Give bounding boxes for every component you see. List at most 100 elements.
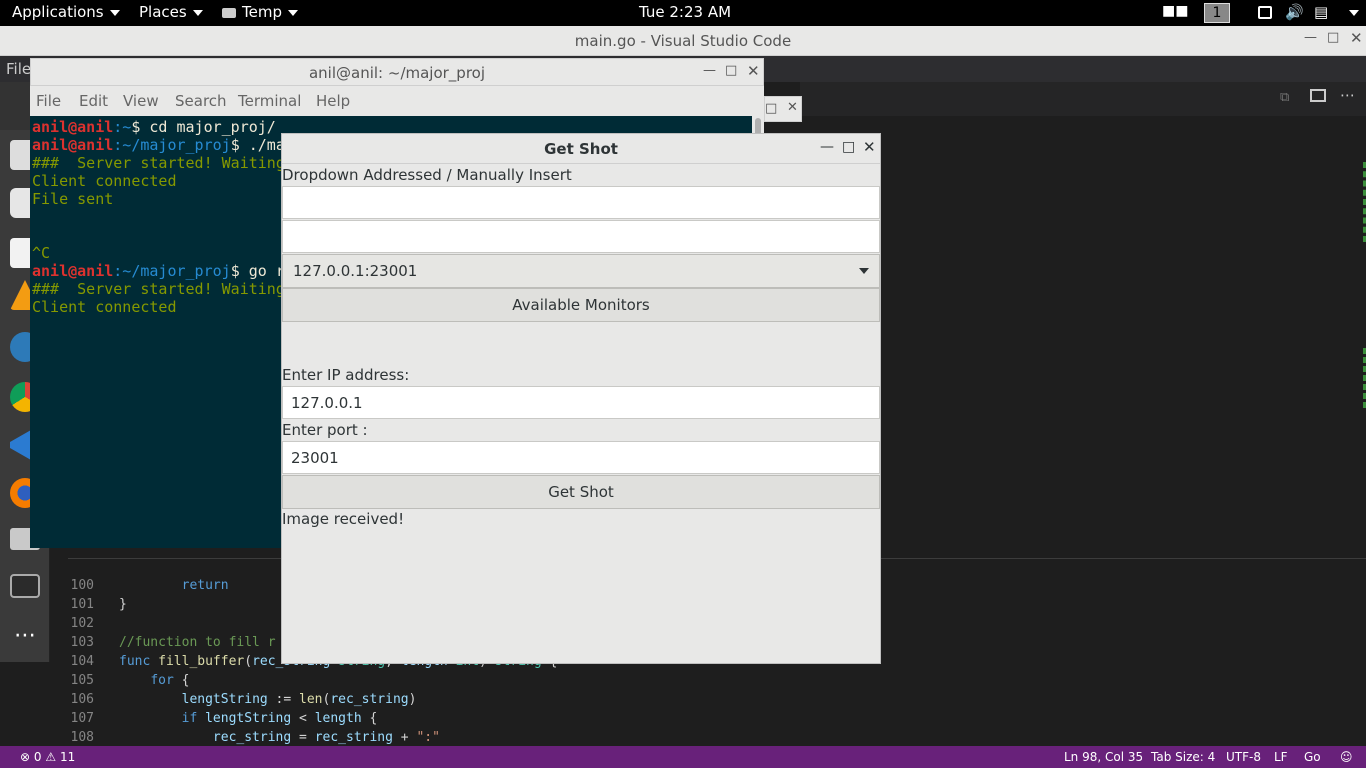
line-number: 102 — [70, 616, 94, 631]
prompt-path: :~/major_proj — [113, 262, 231, 280]
encoding[interactable]: UTF-8 — [1226, 750, 1261, 764]
code-text: lengtString := len(rec_string) — [181, 692, 417, 707]
code-text: for { — [150, 673, 190, 688]
places-menu[interactable]: Places — [139, 3, 203, 21]
minimize-icon[interactable]: — — [820, 139, 834, 155]
warning-icon: ⚠ — [45, 750, 57, 764]
split-icon[interactable]: ⧉ — [1280, 90, 1289, 105]
line-number: 107 — [70, 711, 94, 726]
dropdown-label: Dropdown Addressed / Manually Insert — [282, 166, 572, 184]
terminal-line: ### Server started! Waiting — [32, 280, 285, 298]
close-icon[interactable]: ✕ — [1350, 29, 1363, 47]
cursor-position[interactable]: Ln 98, Col 35 — [1064, 750, 1143, 764]
users-icon[interactable]: ■■ — [1162, 3, 1188, 19]
close-icon[interactable]: ✕ — [863, 138, 876, 156]
temp-window-menu[interactable]: Temp — [222, 3, 298, 21]
smiley-icon[interactable]: ☺ — [1340, 750, 1353, 764]
terminal-line: Client connected — [32, 172, 177, 190]
line-number: 101 — [70, 597, 94, 612]
temp-label: Temp — [242, 3, 282, 21]
port-label: Enter port : — [282, 421, 368, 439]
vscode-editor-tabs: ⧉ ⋯ — [800, 82, 1366, 116]
terminal-menubar: File Edit View Search Terminal Help — [30, 86, 764, 116]
workspace-indicator[interactable]: 1 — [1204, 3, 1230, 23]
chevron-down-icon — [287, 9, 298, 16]
maximize-icon[interactable]: □ — [1327, 30, 1339, 45]
gnome-top-bar: Applications Places Temp Tue 2:23 AM ■■ … — [0, 0, 1366, 26]
terminal-line: File sent — [32, 190, 114, 208]
prompt-user: anil@anil — [32, 262, 114, 280]
get-shot-titlebar: Get Shot — □ ✕ — [282, 134, 880, 164]
terminal-app-icon[interactable] — [10, 574, 40, 598]
get-shot-button[interactable]: Get Shot — [282, 475, 880, 509]
places-label: Places — [139, 3, 187, 21]
terminal-line: anil@anil:~/major_proj$ go r — [32, 262, 285, 280]
port-field[interactable] — [282, 441, 880, 474]
chevron-down-icon — [192, 9, 203, 16]
minimize-icon[interactable]: — — [1304, 30, 1317, 45]
combo-selected-value: 127.0.0.1:23001 — [293, 262, 418, 280]
maximize-icon[interactable]: □ — [765, 101, 777, 116]
maximize-icon[interactable]: □ — [725, 63, 737, 78]
get-shot-window: Get Shot — □ ✕ Dropdown Addressed / Manu… — [281, 133, 881, 664]
terminal-line: ### Server started! Waiting — [32, 154, 285, 172]
code-text: if lengtString < length { — [181, 711, 378, 726]
address-combobox[interactable]: 127.0.0.1:23001 — [282, 254, 880, 288]
menu-file[interactable]: File — [6, 60, 31, 78]
terminal-line: Client connected — [32, 298, 177, 316]
more-actions-icon[interactable]: ⋯ — [1340, 86, 1355, 104]
code-text: rec_string = rec_string + ":" — [212, 730, 440, 745]
window-icon[interactable] — [1258, 3, 1272, 21]
maximize-icon[interactable]: □ — [842, 139, 855, 155]
terminal-menu-search[interactable]: Search — [175, 92, 227, 110]
line-number: 106 — [70, 692, 94, 707]
applications-menu[interactable]: Applications — [12, 3, 120, 21]
address-entry-1[interactable] — [282, 186, 880, 219]
vscode-status-bar: ⊗ 0 ⚠ 11 Ln 98, Col 35 Tab Size: 4 UTF-8… — [0, 746, 1366, 768]
close-icon[interactable]: ✕ — [747, 62, 760, 80]
vscode-window-title: main.go - Visual Studio Code — [574, 32, 792, 50]
overview-ruler-marks — [1362, 348, 1366, 408]
prompt-command: $ go r — [230, 262, 285, 280]
background-window-controls: □ ✕ — [764, 96, 802, 122]
line-number: 103 — [70, 635, 94, 650]
warning-count: 11 — [59, 750, 76, 764]
chevron-down-icon — [859, 268, 869, 274]
error-icon: ⊗ — [20, 750, 31, 764]
close-icon[interactable]: ✕ — [787, 100, 798, 115]
terminal-menu-terminal[interactable]: Terminal — [238, 92, 301, 110]
ip-label: Enter IP address: — [282, 366, 410, 384]
vscode-editor-area[interactable] — [800, 116, 1366, 548]
line-number: 105 — [70, 673, 94, 688]
terminal-line: anil@anil:~$ cd major_proj/ — [32, 118, 276, 136]
ip-address-field[interactable] — [282, 386, 880, 419]
end-of-line[interactable]: LF — [1274, 750, 1288, 764]
problems-indicator[interactable]: ⊗ 0 ⚠ 11 — [20, 750, 75, 764]
terminal-menu-edit[interactable]: Edit — [79, 92, 108, 110]
address-entry-2[interactable] — [282, 220, 880, 253]
prompt-user: anil@anil — [32, 136, 114, 154]
clock[interactable]: Tue 2:23 AM — [639, 3, 731, 21]
minimize-icon[interactable]: — — [703, 63, 716, 78]
terminal-menu-help[interactable]: Help — [316, 92, 350, 110]
prompt-path: :~ — [113, 118, 132, 136]
vscode-titlebar: main.go - Visual Studio Code — □ ✕ — [0, 26, 1366, 56]
terminal-menu-file[interactable]: File — [36, 92, 61, 110]
volume-icon[interactable]: 🔊 — [1285, 3, 1304, 21]
split-editor-icon[interactable] — [1310, 89, 1326, 102]
power-menu[interactable] — [1343, 3, 1359, 21]
chevron-down-icon — [1349, 9, 1359, 16]
code-text: return — [119, 578, 229, 593]
line-number: 104 — [70, 654, 94, 669]
code-text: } — [119, 597, 127, 612]
terminal-titlebar: anil@anil: ~/major_proj — □ ✕ — [30, 58, 764, 86]
available-monitors-button[interactable]: Available Monitors — [282, 288, 880, 322]
terminal-menu-view[interactable]: View — [123, 92, 159, 110]
app-grid-icon[interactable]: ⋯ — [10, 622, 40, 652]
language-mode[interactable]: Go — [1304, 750, 1321, 764]
clipboard-icon[interactable]: ▤ — [1314, 3, 1328, 21]
applications-label: Applications — [12, 3, 104, 21]
prompt-path: :~/major_proj — [113, 136, 231, 154]
chevron-down-icon — [109, 9, 120, 16]
tab-size[interactable]: Tab Size: 4 — [1151, 750, 1215, 764]
